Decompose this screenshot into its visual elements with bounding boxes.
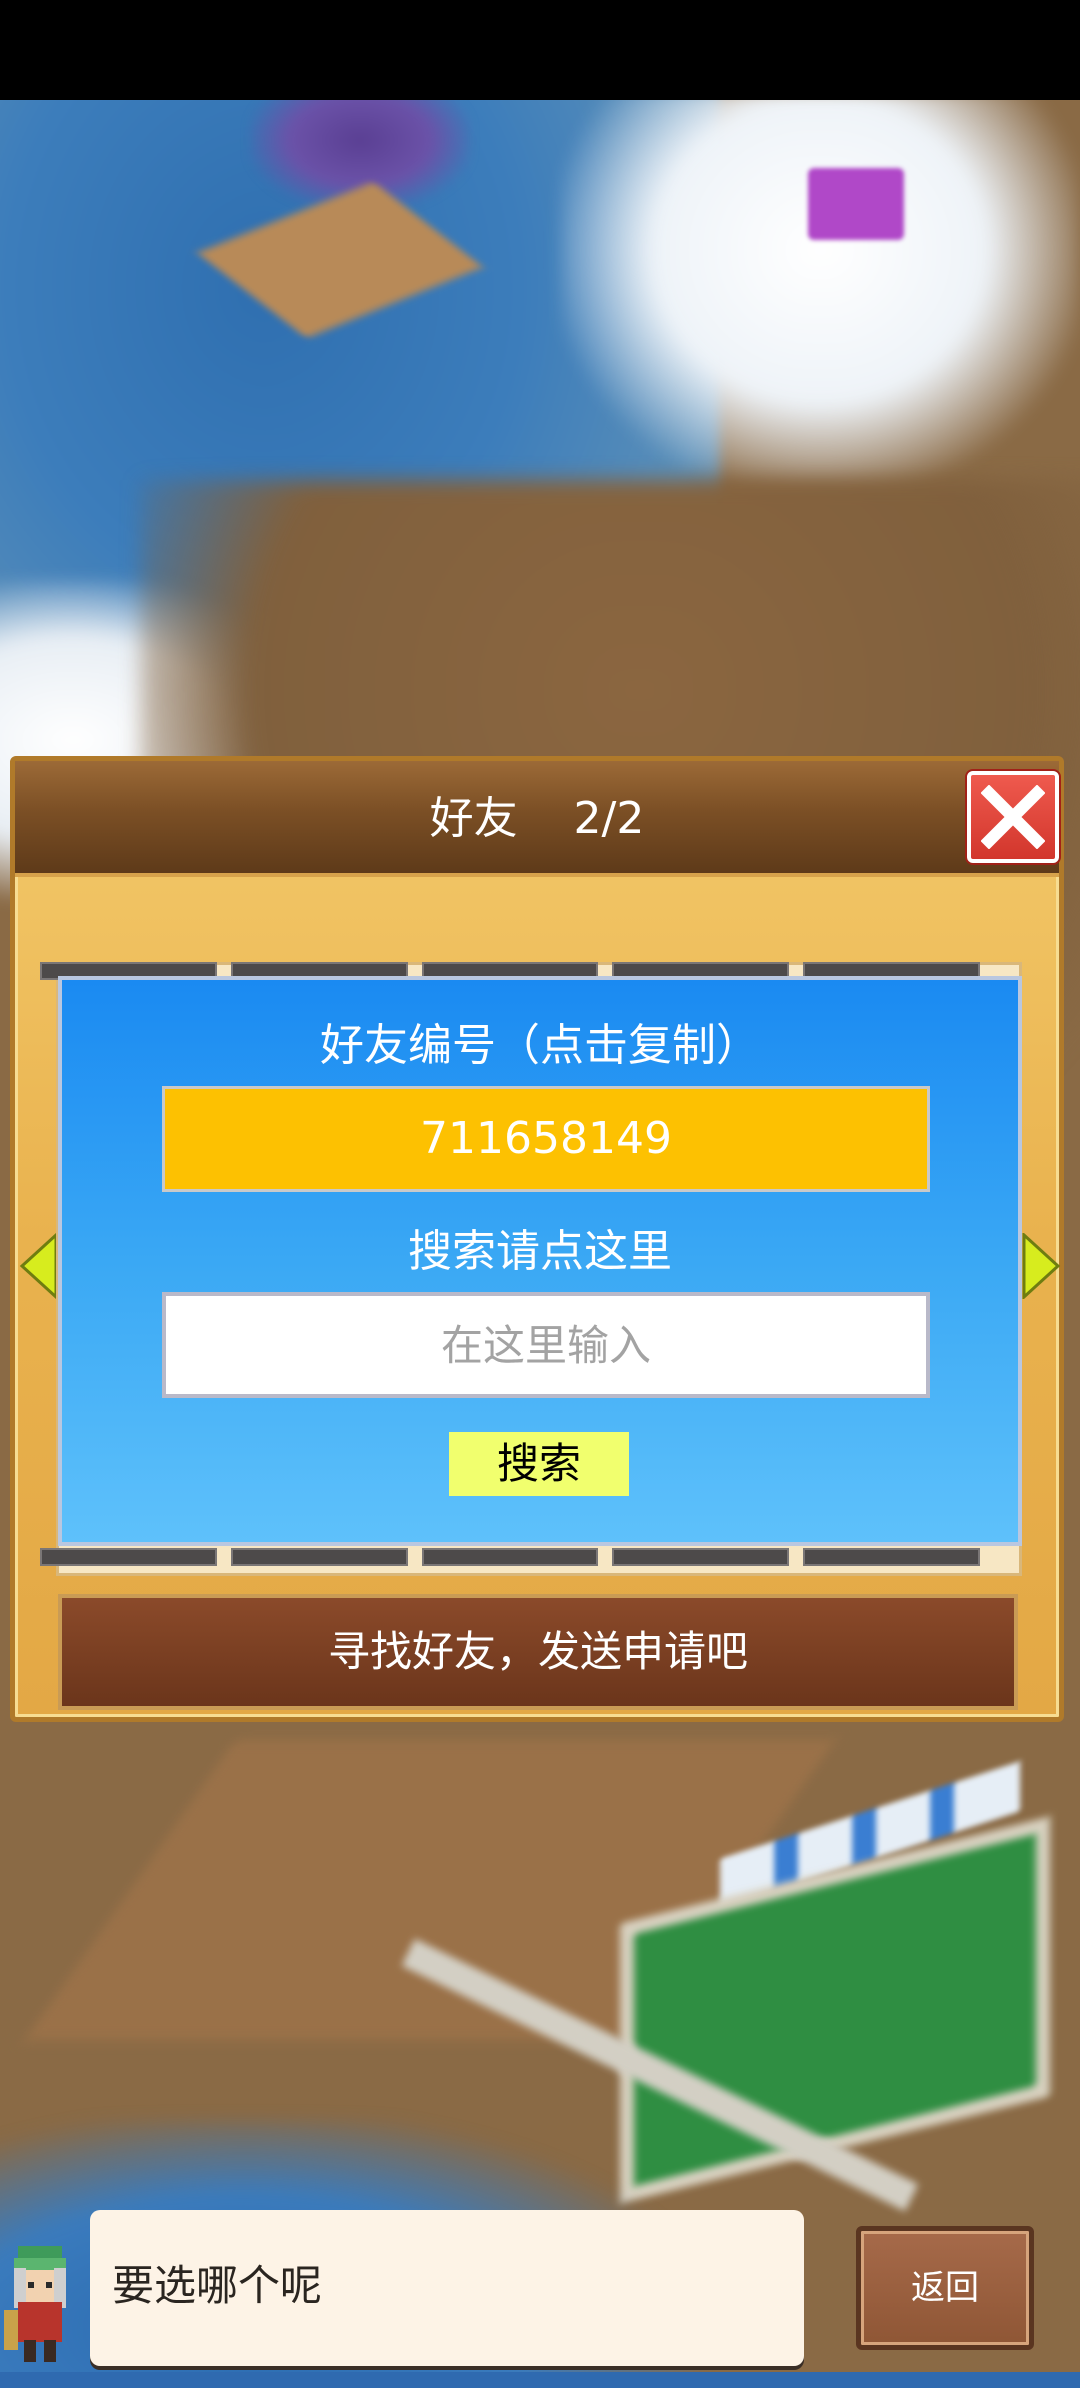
find-friends-button[interactable]: 寻找好友，发送申请吧 — [58, 1594, 1018, 1710]
tab-strip-bottom — [40, 1548, 980, 1566]
character-avatar-icon — [4, 2246, 66, 2362]
message-text: 要选哪个呢 — [112, 2261, 323, 2310]
dialog-header: 好友 2/2 — [15, 761, 1059, 877]
status-bar — [0, 0, 1080, 100]
dialog-title: 好友 2/2 — [429, 793, 645, 844]
friend-code-label: 好友编号（点击复制） — [320, 1020, 760, 1071]
search-button[interactable]: 搜索 — [449, 1432, 629, 1496]
previous-page-arrow-icon[interactable] — [18, 1233, 58, 1299]
friend-code-copy-box[interactable]: 711658149 — [162, 1086, 930, 1192]
bottom-strip — [0, 2372, 1080, 2388]
search-label: 搜索请点这里 — [408, 1226, 672, 1277]
back-button[interactable]: 返回 — [856, 2226, 1034, 2350]
close-x-icon — [981, 785, 1045, 849]
close-button[interactable] — [967, 771, 1059, 863]
friend-search-input[interactable] — [162, 1292, 930, 1398]
next-page-arrow-icon[interactable] — [1022, 1233, 1062, 1299]
map-building-tag — [808, 168, 904, 240]
